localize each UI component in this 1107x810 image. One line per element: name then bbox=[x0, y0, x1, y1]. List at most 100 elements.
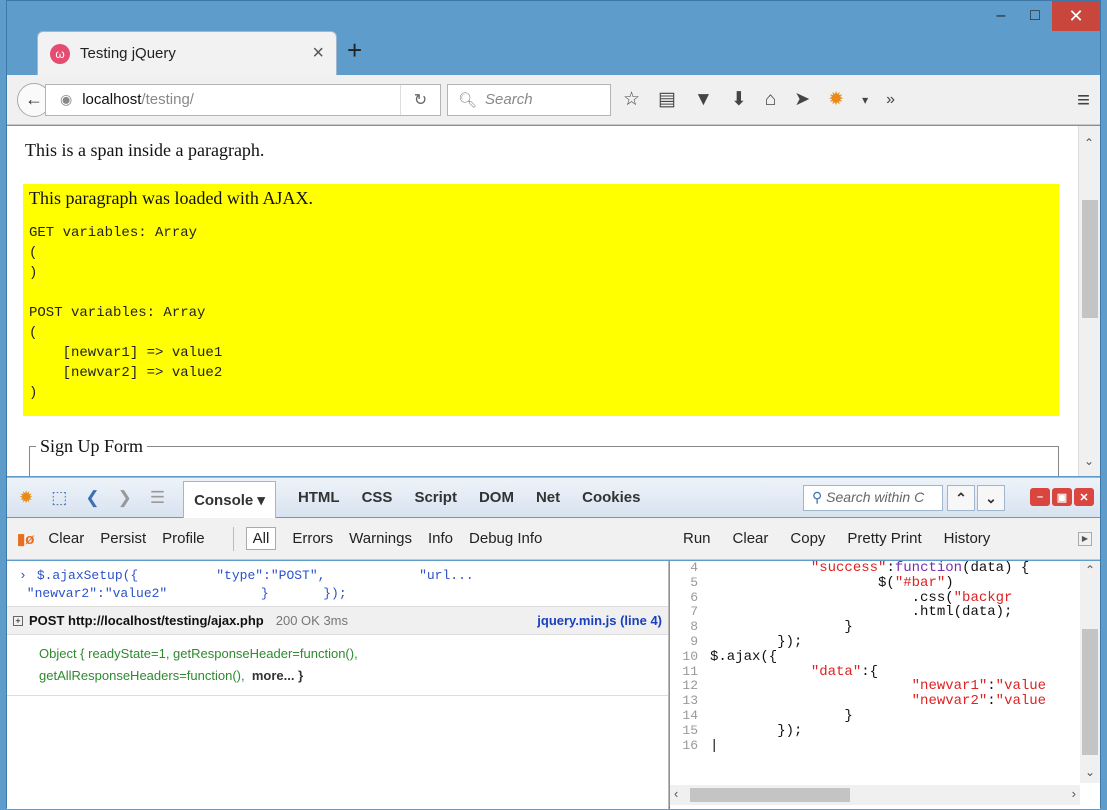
fieldset-legend: Sign Up Form bbox=[36, 436, 148, 457]
forward-arrow-icon[interactable]: ❯ bbox=[118, 488, 132, 508]
tab-script[interactable]: Script bbox=[414, 489, 457, 506]
firebug-detach-button[interactable]: ▣ bbox=[1052, 488, 1072, 506]
signup-fieldset: Sign Up Form bbox=[29, 436, 1059, 476]
chevron-down-icon[interactable]: ▾ bbox=[862, 93, 868, 107]
editor-vertical-scrollbar[interactable]: ⌃ ⌄ bbox=[1080, 561, 1100, 783]
clear-bug-icon[interactable]: ▮ø bbox=[17, 530, 34, 548]
scroll-right-icon[interactable]: › bbox=[1072, 786, 1076, 801]
scroll-left-icon[interactable]: ‹ bbox=[674, 786, 678, 801]
divider bbox=[232, 526, 234, 551]
tab-console[interactable]: Console ▾ bbox=[183, 481, 276, 518]
navigation-bar: ← ◉ localhost /testing/ ↻ 🔍︎ Search ☆ ▤ … bbox=[7, 75, 1100, 125]
close-window-button[interactable]: ✕ bbox=[1052, 1, 1100, 31]
maximize-button[interactable]: □ bbox=[1018, 1, 1052, 31]
bookmark-star-icon[interactable]: ☆ bbox=[623, 88, 640, 111]
editor-toolbar: Run Clear Copy Pretty Print History bbox=[683, 530, 990, 547]
editor-vscroll-thumb[interactable] bbox=[1082, 629, 1098, 755]
firebug-close-button[interactable]: ✕ bbox=[1074, 488, 1094, 506]
favicon-icon: ω bbox=[50, 43, 70, 64]
more-link[interactable]: more... } bbox=[252, 668, 303, 683]
expand-icon[interactable]: + bbox=[13, 615, 23, 626]
reading-list-icon[interactable]: ▤ bbox=[658, 88, 676, 111]
line-numbers: 4 5 6 7 8 9 10 11 12 13 14 15 16 bbox=[682, 560, 698, 753]
firebug-search-input[interactable]: ⚲ Search within C bbox=[803, 485, 943, 511]
firebug-bug-icon[interactable]: ✹ bbox=[19, 488, 33, 508]
tab-title: Testing jQuery bbox=[80, 45, 176, 62]
ajax-title: This paragraph was loaded with AJAX. bbox=[29, 188, 313, 208]
source-link[interactable]: jquery.min.js (line 4) bbox=[537, 613, 662, 628]
firebug-minimize-button[interactable]: – bbox=[1030, 488, 1050, 506]
firebug-search-placeholder: Search within C bbox=[826, 489, 925, 505]
clear-button[interactable]: Clear bbox=[48, 530, 84, 547]
scroll-up-icon[interactable]: ⌃ bbox=[1085, 563, 1095, 577]
command-editor[interactable]: 4 5 6 7 8 9 10 11 12 13 14 15 16 "succes… bbox=[670, 560, 1100, 809]
search-placeholder: Search bbox=[485, 91, 533, 108]
code-area[interactable]: "success":function(data) { $("#bar") .cs… bbox=[710, 561, 1080, 783]
firebug-window-controls: – ▣ ✕ bbox=[1030, 488, 1094, 506]
object-line-1: Object { readyState=1, getResponseHeader… bbox=[39, 646, 358, 661]
console-output: › $.ajaxSetup({ "type":"POST", "url... "n… bbox=[7, 561, 669, 809]
ajax-output: GET variables: Array ( ) POST variables:… bbox=[29, 225, 223, 401]
tab-dom[interactable]: DOM bbox=[479, 489, 514, 506]
pretty-print-button[interactable]: Pretty Print bbox=[847, 530, 921, 547]
close-tab-icon[interactable]: × bbox=[312, 42, 324, 65]
chevron-down-icon[interactable]: ⌄ bbox=[977, 485, 1005, 511]
filter-info[interactable]: Info bbox=[428, 530, 453, 547]
object-output[interactable]: Object { readyState=1, getResponseHeader… bbox=[7, 635, 668, 696]
search-nav: ⌃ ⌄ bbox=[947, 485, 1005, 511]
chevron-up-icon[interactable]: ⌃ bbox=[947, 485, 975, 511]
download-icon[interactable]: ⬇ bbox=[731, 88, 747, 111]
console-command[interactable]: › $.ajaxSetup({ "type":"POST", "url... "n… bbox=[7, 561, 668, 607]
tab-testing-jquery[interactable]: ω Testing jQuery × bbox=[37, 31, 337, 75]
back-arrow-icon[interactable]: ❮ bbox=[85, 488, 99, 508]
toolbar-icons: ☆ ▤ ▼ ⬇ ⌂ ➤ ✹ ▾ » bbox=[623, 88, 895, 111]
history-button[interactable]: History bbox=[944, 530, 991, 547]
search-input[interactable]: 🔍︎ Search bbox=[447, 83, 611, 116]
tab-cookies[interactable]: Cookies bbox=[582, 489, 640, 506]
prompt-icon: › bbox=[19, 568, 27, 583]
hamburger-menu-icon[interactable]: ≡ bbox=[1077, 87, 1090, 113]
object-line-2: getAllResponseHeaders=function(), bbox=[39, 668, 245, 683]
tab-net[interactable]: Net bbox=[536, 489, 560, 506]
editor-horizontal-scrollbar[interactable]: ‹ › bbox=[670, 785, 1080, 805]
inspect-icon[interactable]: ⬚ bbox=[51, 488, 67, 508]
editor-hscroll-thumb[interactable] bbox=[690, 788, 850, 802]
run-button[interactable]: Run bbox=[683, 530, 711, 547]
firebug-toolbar: ✹ ⬚ ❮ ❯ ☰ Console ▾ HTML CSS Script DOM … bbox=[7, 477, 1100, 518]
overflow-icon[interactable]: » bbox=[886, 91, 895, 109]
profile-button[interactable]: Profile bbox=[162, 530, 205, 547]
editor-clear-button[interactable]: Clear bbox=[733, 530, 769, 547]
list-icon[interactable]: ☰ bbox=[150, 488, 165, 508]
tab-css[interactable]: CSS bbox=[362, 489, 393, 506]
command-text: $.ajaxSetup({ "type":"POST", "url... "ne… bbox=[26, 568, 474, 601]
tab-html[interactable]: HTML bbox=[298, 489, 340, 506]
ajax-request-row[interactable]: + POST http://localhost/testing/ajax.php… bbox=[7, 607, 668, 635]
persist-button[interactable]: Persist bbox=[100, 530, 146, 547]
filter-debug-info[interactable]: Debug Info bbox=[469, 530, 542, 547]
scroll-down-icon[interactable]: ⌄ bbox=[1084, 454, 1094, 468]
globe-icon: ◉ bbox=[60, 91, 73, 107]
firebug-icon[interactable]: ✹ bbox=[828, 88, 844, 111]
home-icon[interactable]: ⌂ bbox=[765, 89, 776, 111]
window-controls: – □ ✕ bbox=[984, 1, 1100, 31]
url-bar[interactable]: ◉ localhost /testing/ ↻ bbox=[45, 83, 441, 116]
span-paragraph: This is a span inside a paragraph. bbox=[25, 140, 265, 160]
page-scroll-thumb[interactable] bbox=[1082, 200, 1098, 318]
request-url: POST http://localhost/testing/ajax.php bbox=[29, 613, 264, 628]
reload-icon[interactable]: ↻ bbox=[400, 84, 440, 115]
copy-button[interactable]: Copy bbox=[790, 530, 825, 547]
scroll-down-icon[interactable]: ⌄ bbox=[1085, 765, 1095, 779]
send-icon[interactable]: ➤ bbox=[794, 88, 810, 111]
scroll-up-icon[interactable]: ⌃ bbox=[1084, 136, 1094, 150]
page-scrollbar[interactable]: ⌃ ⌄ bbox=[1078, 126, 1100, 476]
search-icon: ⚲ bbox=[812, 489, 823, 505]
filter-warnings[interactable]: Warnings bbox=[349, 530, 412, 547]
filter-errors[interactable]: Errors bbox=[292, 530, 333, 547]
pocket-icon[interactable]: ▼ bbox=[694, 89, 713, 111]
minimize-button[interactable]: – bbox=[984, 1, 1018, 31]
browser-window: ω Testing jQuery × + – □ ✕ ← ◉ localhost… bbox=[6, 0, 1101, 809]
expand-right-icon[interactable]: ▶ bbox=[1078, 531, 1092, 546]
titlebar: ω Testing jQuery × + – □ ✕ bbox=[7, 1, 1100, 79]
filter-all[interactable]: All bbox=[245, 527, 277, 550]
new-tab-button[interactable]: + bbox=[347, 35, 362, 66]
